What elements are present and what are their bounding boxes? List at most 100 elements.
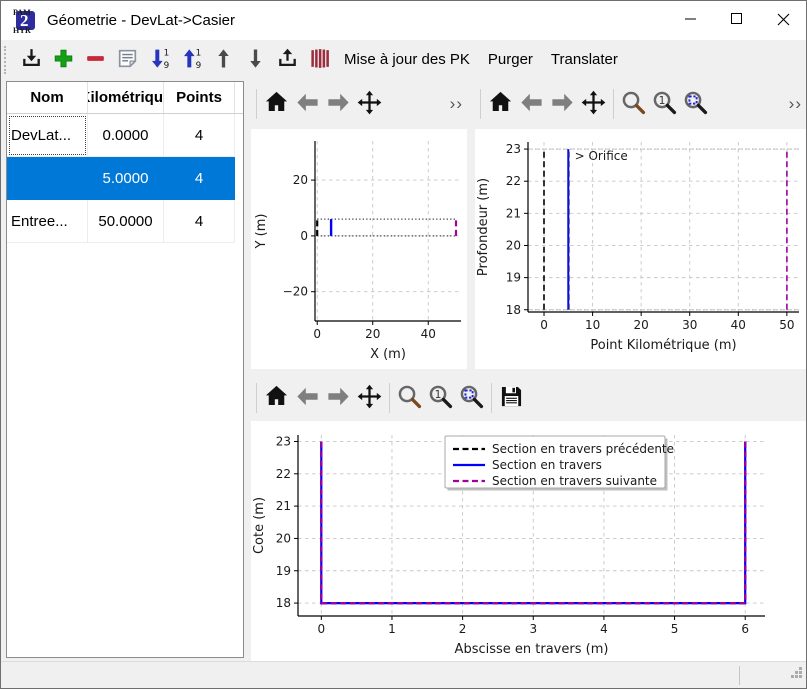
translate-button[interactable]: Translater [542,45,627,74]
toolbar-separator [389,383,390,413]
cell-points[interactable]: 4 [164,114,235,157]
sort-descending-button[interactable]: 19 [175,44,207,76]
svg-text:1: 1 [195,48,201,58]
pan-icon [580,89,607,119]
pan-button[interactable] [578,87,609,121]
app-icon: PAM 2 HYR [13,9,37,33]
cell-nom[interactable] [7,157,88,200]
edit-button[interactable] [111,44,143,76]
purge-button[interactable]: Purger [479,45,542,74]
cell-points[interactable]: 4 [164,200,235,243]
toolbar-separator [256,383,257,413]
back-arrow-icon [294,89,321,119]
svg-text:Y (m): Y (m) [254,214,269,250]
svg-text:9: 9 [163,60,169,70]
svg-text:1: 1 [659,94,666,107]
cell-km[interactable]: 50.0000 [88,200,164,243]
svg-text:−20: −20 [283,285,308,299]
export-button[interactable] [271,44,303,76]
zoom-rect-button[interactable] [618,87,649,121]
svg-text:20: 20 [276,531,291,545]
column-header-points[interactable]: Points [164,82,235,113]
cell-nom[interactable]: Entree... [7,200,88,243]
home-button[interactable] [261,381,292,415]
save-figure-button[interactable] [496,381,527,415]
table-row[interactable]: DevLat...0.00004 [7,114,243,157]
back-button[interactable] [292,87,323,121]
svg-text:0: 0 [540,318,548,332]
home-button[interactable] [261,87,292,121]
table-row[interactable]: Entree...50.00004 [7,200,243,243]
table-header-row: Nom Kilométrique Points [7,82,243,114]
column-header-kilometrique[interactable]: Kilométrique [88,82,164,113]
pan-button[interactable] [354,87,385,121]
cell-km[interactable]: 0.0000 [88,114,164,157]
minimize-button[interactable] [668,1,714,40]
app-window: PAM 2 HYR Géometrie - DevLat->Casier 19 … [0,0,807,689]
table-body: DevLat...0.000045.00004Entree...50.00004 [7,114,243,243]
svg-text:Section en travers: Section en travers [492,458,602,472]
forward-button[interactable] [323,87,354,121]
status-bar-section [739,666,806,685]
svg-text:22: 22 [276,467,291,481]
import-button[interactable] [15,44,47,76]
import-icon [19,46,44,74]
zoom-original-button[interactable]: 1 [425,381,456,415]
back-button[interactable] [292,381,323,415]
svg-text:0: 0 [313,327,321,341]
move-up-button[interactable] [207,44,239,76]
svg-text:Profondeur (m): Profondeur (m) [476,178,491,276]
title-bar: PAM 2 HYR Géometrie - DevLat->Casier [1,1,806,40]
zoom-icon [396,383,423,413]
table-row[interactable]: 5.00004 [7,157,243,200]
zoom-fit-icon [458,383,485,413]
plan-view-chart[interactable]: 02040−20020X (m)Y (m) [251,129,467,369]
home-icon [487,89,514,119]
profile-nav-toolbar: 1 ›› [476,84,806,124]
forward-arrow-icon [549,89,576,119]
pan-icon [356,89,383,119]
zoom-fit-button[interactable] [456,381,487,415]
zoom-fit-button[interactable] [680,87,711,121]
home-icon [263,89,290,119]
zoom-original-button[interactable]: 1 [649,87,680,121]
cross-section-chart[interactable]: 0123456181920212223Abscisse en travers (… [251,421,806,661]
svg-text:Point Kilométrique (m): Point Kilométrique (m) [590,338,736,353]
svg-text:40: 40 [421,327,436,341]
minimize-icon [685,13,697,28]
zoom-rect-button[interactable] [394,381,425,415]
sort-ascending-button[interactable]: 19 [143,44,175,76]
svg-text:23: 23 [506,142,521,156]
move-down-button[interactable] [239,44,271,76]
forward-arrow-icon [325,383,352,413]
home-button[interactable] [485,87,516,121]
cross-section-nav-toolbar: 1 [252,378,672,418]
column-header-nom[interactable]: Nom [7,82,88,113]
resize-grip-icon[interactable] [791,666,803,684]
main-content: Nom Kilométrique Points DevLat...0.00004… [1,79,806,661]
maximize-button[interactable] [714,1,760,40]
back-button[interactable] [516,87,547,121]
back-arrow-icon [294,383,321,413]
svg-text:5: 5 [671,622,679,636]
svg-text:40: 40 [731,318,746,332]
longitudinal-profile-chart[interactable]: 01020304050181920212223Point Kilométriqu… [475,129,806,369]
toolbar-overflow-button[interactable]: ›› [785,94,806,114]
delete-button[interactable] [79,44,111,76]
close-button[interactable] [760,1,806,40]
update-pk-button[interactable]: Mise à jour des PK [335,45,479,74]
cell-points[interactable]: 4 [164,157,235,200]
forward-button[interactable] [547,87,578,121]
toolbar-overflow-button[interactable]: ›› [446,94,467,114]
svg-text:19: 19 [506,271,521,285]
cell-km[interactable]: 5.0000 [88,157,164,200]
svg-text:6: 6 [741,622,749,636]
pan-button[interactable] [354,381,385,415]
svg-text:> Orifice: > Orifice [575,149,628,163]
toolbar-handle[interactable] [4,46,11,74]
cell-nom[interactable]: DevLat... [7,114,88,157]
add-button[interactable] [47,44,79,76]
pan-icon [356,383,383,413]
update-pk-icon-button[interactable] [303,44,335,76]
forward-button[interactable] [323,381,354,415]
